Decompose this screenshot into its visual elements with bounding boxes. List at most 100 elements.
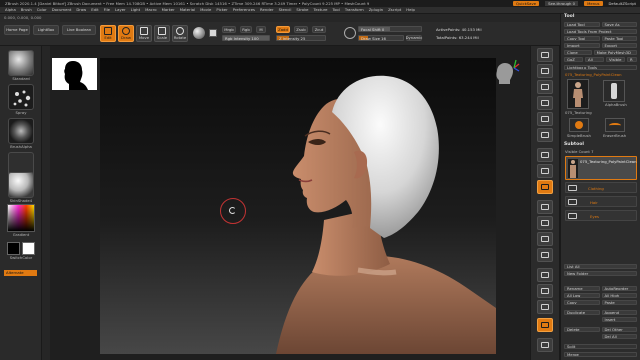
zoom3d-button[interactable]: [537, 232, 553, 246]
line-fill-button[interactable]: [537, 268, 553, 282]
solo-button[interactable]: [537, 318, 553, 332]
draw-size-slider[interactable]: Draw Size 16: [358, 35, 404, 41]
menu-stencil[interactable]: Stencil: [279, 8, 292, 12]
goz-button[interactable]: GoZ: [564, 57, 583, 62]
load-tool-button[interactable]: Load Tool: [564, 22, 600, 27]
alternate-button[interactable]: Alternate: [4, 270, 37, 276]
dynamic-button[interactable]: Dynamic: [406, 35, 422, 41]
insert-button[interactable]: Insert: [601, 317, 637, 322]
home-page-button[interactable]: Home Page: [4, 25, 30, 35]
tool-thumb-current[interactable]: [567, 79, 589, 109]
all-low-button[interactable]: All Low: [564, 293, 600, 298]
spix-button[interactable]: [537, 64, 553, 78]
default-zscript-button[interactable]: DefaultZScript: [609, 1, 637, 6]
alpha-selector[interactable]: BrushAlpha: [6, 118, 36, 149]
m-button[interactable]: M: [256, 26, 266, 33]
brush-size-icon[interactable]: [344, 27, 356, 39]
menu-tool[interactable]: Tool: [332, 8, 339, 12]
z-intensity-slider[interactable]: Z Intensity 25: [276, 35, 326, 41]
subtool-item-3[interactable]: Eyes: [565, 210, 637, 221]
menus-button[interactable]: Menus: [584, 1, 603, 6]
draw-mode-button[interactable]: Draw: [118, 25, 134, 42]
bpr-button[interactable]: [537, 48, 553, 62]
color-picker[interactable]: Gradient: [6, 204, 36, 237]
navigation-head-gizmo[interactable]: [490, 58, 520, 88]
transp-button[interactable]: [537, 284, 553, 298]
brush-selector[interactable]: Standard: [6, 50, 36, 81]
menu-edit[interactable]: Edit: [91, 8, 98, 12]
save-as-button[interactable]: Save As: [601, 22, 637, 27]
material-sphere-icon[interactable]: [193, 27, 205, 39]
r-button[interactable]: R: [627, 57, 637, 62]
menu-texture[interactable]: Texture: [314, 8, 328, 12]
scale-mode-button[interactable]: Scale: [154, 25, 170, 42]
dynamic-persp-button[interactable]: [537, 300, 553, 314]
all-button[interactable]: All: [585, 57, 604, 62]
menu-stroke[interactable]: Stroke: [296, 8, 308, 12]
move-mode-button[interactable]: Move: [136, 25, 152, 42]
menu-zplugin[interactable]: Zplugin: [369, 8, 383, 12]
menu-zscript[interactable]: Zscript: [388, 8, 401, 12]
persp-button[interactable]: [537, 148, 553, 162]
mrgb-button[interactable]: Mrgb: [222, 26, 236, 33]
zoom-button[interactable]: [537, 96, 553, 110]
primary-color-swatch[interactable]: [7, 242, 20, 255]
xpose-button[interactable]: [537, 338, 553, 352]
menu-macro[interactable]: Macro: [145, 8, 157, 12]
color-picker-icon[interactable]: [7, 204, 35, 232]
menu-movie[interactable]: Movie: [200, 8, 211, 12]
menu-preferences[interactable]: Preferences: [233, 8, 255, 12]
secondary-color-swatch[interactable]: [22, 242, 35, 255]
append-button[interactable]: Append: [601, 310, 637, 315]
menu-marker[interactable]: Marker: [162, 8, 175, 12]
new-folder-button[interactable]: New Folder: [564, 271, 637, 276]
import-button[interactable]: Import: [564, 43, 600, 48]
rotate-mode-button[interactable]: Rotate: [172, 25, 188, 42]
menu-transform[interactable]: Transform: [345, 8, 364, 12]
subtool-item-0[interactable]: 075_Texturing_PolyPaintClean: [565, 156, 637, 180]
subtool-item-1[interactable]: Clothing: [565, 182, 637, 193]
zsub-button[interactable]: Zsub: [294, 26, 308, 33]
subtool-item-2[interactable]: Hair: [565, 196, 637, 207]
menu-color[interactable]: Color: [37, 8, 47, 12]
del-all-button[interactable]: Del All: [601, 334, 637, 339]
menu-document[interactable]: Document: [52, 8, 72, 12]
document-canvas[interactable]: [100, 58, 496, 354]
rename-button[interactable]: Rename: [564, 286, 600, 291]
color-swatch-icon[interactable]: [209, 29, 217, 37]
split-button[interactable]: Split: [564, 344, 637, 349]
zcut-button[interactable]: Zcut: [312, 26, 326, 33]
autoreorder-button[interactable]: AutoReorder: [601, 286, 637, 291]
seethrough-slider[interactable]: See-through 0: [545, 1, 579, 6]
aahalf-button[interactable]: [537, 128, 553, 142]
tool-thumb-simplebrush[interactable]: [569, 118, 589, 132]
all-high-button[interactable]: All High: [601, 293, 637, 298]
copy-button[interactable]: Copy: [564, 300, 600, 305]
floor-button[interactable]: [537, 164, 553, 178]
rgb-intensity-slider[interactable]: Rgb Intensity 100: [222, 35, 270, 41]
menu-draw[interactable]: Draw: [76, 8, 86, 12]
color-swatches[interactable]: SwitchColor: [6, 242, 36, 260]
stroke-selector[interactable]: Spray: [6, 84, 36, 115]
lightbox-tools-button[interactable]: Lightbox ▸ Tools: [564, 65, 637, 70]
make-polymesh-button[interactable]: Make PolyMesh3D: [593, 50, 637, 55]
del-other-button[interactable]: Del Other: [601, 327, 637, 332]
subtool-header[interactable]: Subtool: [564, 142, 584, 148]
paste-button[interactable]: Paste: [601, 300, 637, 305]
menu-layer[interactable]: Layer: [115, 8, 126, 12]
visible-button[interactable]: Visible: [606, 57, 625, 62]
lightbox-button[interactable]: LightBox: [33, 25, 59, 35]
material-selector[interactable]: SkinShade4: [6, 172, 36, 203]
switch-color-label[interactable]: SwitchColor: [10, 256, 32, 260]
zadd-button[interactable]: Zadd: [276, 26, 290, 33]
rotate-view-button[interactable]: [537, 248, 553, 262]
quicksave-button[interactable]: QuickSave: [513, 1, 540, 6]
delete-button[interactable]: Delete: [564, 327, 600, 332]
move-view-button[interactable]: [537, 216, 553, 230]
menu-alpha[interactable]: Alpha: [5, 8, 16, 12]
local-button[interactable]: [537, 180, 553, 194]
menu-brush[interactable]: Brush: [21, 8, 32, 12]
rgb-button[interactable]: Rgb: [240, 26, 252, 33]
menu-file[interactable]: File: [104, 8, 110, 12]
copy-tool-button[interactable]: Copy Tool: [564, 36, 600, 41]
